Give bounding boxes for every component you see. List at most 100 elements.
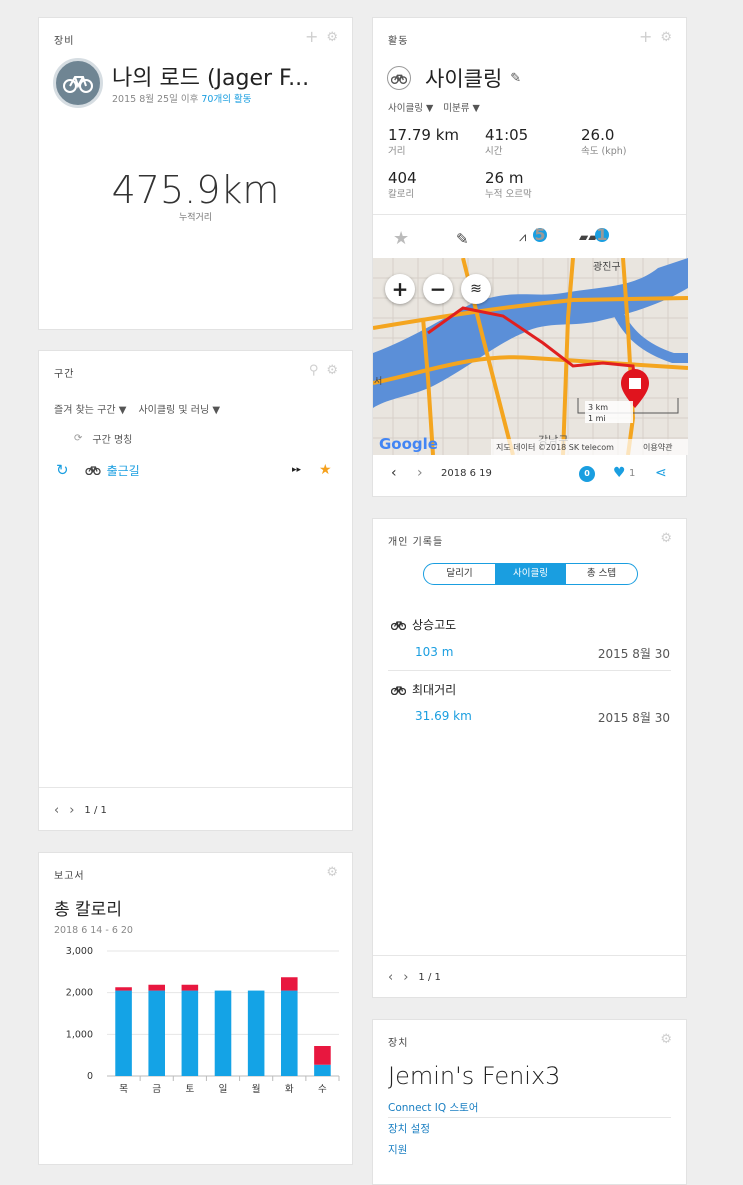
map-canvas[interactable]: 3 km 1 mi 광진구 강남구 서 지도 데이터 ©2018 SK tele… <box>373 258 688 455</box>
x-tick-label: 금 <box>152 1084 161 1095</box>
bicycle-icon <box>391 74 407 84</box>
search-icon[interactable]: ⚲ <box>309 364 319 377</box>
records-page: 1 / 1 <box>418 972 441 983</box>
map-label-district: 광진구 <box>593 261 621 273</box>
gear-card-title: 장비 <box>54 36 75 47</box>
activity-footer: ‹ › 2018 6 19 0 ♥ 1 ⋖ <box>373 465 686 487</box>
sport-filter[interactable]: 사이클링 및 러닝 ▼ <box>138 401 220 416</box>
activity-type-filter[interactable]: 사이클링 ▼ <box>388 100 433 114</box>
bicycle-icon <box>63 76 93 93</box>
bar-excess <box>115 987 132 991</box>
bicycle-icon <box>391 685 406 695</box>
bar-base <box>181 990 199 1076</box>
bar-excess <box>314 1046 331 1065</box>
stat-distance-label: 거리 <box>388 146 406 157</box>
prev-page-icon[interactable]: ‹ <box>388 970 393 985</box>
stat-ascent-value: 26 m <box>485 169 524 187</box>
stat-time: 41:05 시간 <box>485 126 528 157</box>
prev-page-icon[interactable]: ‹ <box>54 803 59 818</box>
bar-base <box>281 990 298 1076</box>
support-link[interactable]: 지원 <box>388 1142 407 1157</box>
next-page-icon[interactable]: › <box>69 803 74 818</box>
gear-icon[interactable]: ⚙ <box>660 1033 672 1046</box>
calorie-chart: 0 1,000 2,000 3,000 목 금 토 일 월 화 수 <box>66 946 340 1095</box>
record-date: 2015 8월 30 <box>597 711 670 725</box>
device-name[interactable]: Jemin's Fenix3 <box>388 1062 560 1090</box>
heart-icon[interactable]: ♥ <box>613 465 626 481</box>
gear-card: 장비 + ⚙ 나의 로드 (Jager F... 2015 8월 25일 이후 … <box>38 17 353 330</box>
prev-activity-icon[interactable]: ‹ <box>391 465 397 481</box>
gear-name[interactable]: 나의 로드 (Jager F... <box>112 60 309 92</box>
y-tick-label: 0 <box>87 1071 93 1082</box>
route-map[interactable]: 3 km 1 mi 광진구 강남구 서 지도 데이터 ©2018 SK tele… <box>373 258 688 455</box>
laps-icon[interactable]: ⩘ <box>519 230 526 245</box>
next-page-icon[interactable]: › <box>403 970 408 985</box>
y-tick-label: 1,000 <box>66 1029 93 1040</box>
gear-distance-label: 누적거리 <box>178 213 213 223</box>
device-settings-link[interactable]: 장치 설정 <box>388 1121 430 1136</box>
google-logo: Google <box>379 435 438 453</box>
gear-distance: 475.9km <box>111 168 280 212</box>
favorite-star-icon[interactable]: ★ <box>393 228 409 249</box>
tab-cycling[interactable]: 사이클링 <box>495 564 566 584</box>
layers-button[interactable]: ≋ <box>461 274 491 304</box>
segments-card: 구간 ⚲ ⚙ 즐겨 찾는 구간 ▼ 사이클링 및 러닝 ▼ ⟳ 구간 명칭 ↻ … <box>38 350 353 831</box>
record-title: 최대거리 <box>391 681 456 698</box>
segment-row[interactable]: ↻ 출근길 ▸▸ ★ <box>54 461 339 479</box>
record-value[interactable]: 103 m <box>415 645 453 659</box>
gear-icon[interactable]: ⚙ <box>326 364 338 377</box>
activity-category-filter[interactable]: 미분류 ▼ <box>443 100 480 114</box>
records-card-title: 개인 기록들 <box>388 537 444 548</box>
map-terms-link[interactable]: 이용약관 <box>643 442 673 452</box>
connect-iq-link[interactable]: Connect IQ 스토어 <box>388 1100 478 1115</box>
gear-activities-link[interactable]: 70개의 활동 <box>201 94 251 105</box>
laps-badge: 5 <box>533 225 547 244</box>
gear-icon[interactable]: ⚙ <box>326 31 338 44</box>
comment-bubble-icon[interactable]: 0 <box>579 466 595 482</box>
stat-time-label: 시간 <box>485 146 503 157</box>
add-icon[interactable]: + <box>305 29 318 45</box>
records-tabs: 달리기 사이클링 총 스텝 <box>423 563 638 585</box>
bar-base <box>214 990 232 1076</box>
favorites-filter[interactable]: 즐겨 찾는 구간 ▼ <box>54 401 126 416</box>
gear-badge: 1 <box>595 225 609 244</box>
segments-card-title: 구간 <box>54 369 75 380</box>
y-tick-label: 3,000 <box>66 946 93 957</box>
star-icon[interactable]: ★ <box>319 462 332 478</box>
y-tick-label: 2,000 <box>66 988 93 999</box>
stat-distance: 17.79 km 거리 <box>388 126 459 157</box>
edit-pencil-icon[interactable]: ✎ <box>510 71 521 86</box>
bar-excess <box>181 984 199 991</box>
segment-shoes-icon: ▸▸ <box>292 465 302 475</box>
zoom-in-button[interactable]: + <box>385 274 415 304</box>
zoom-out-button[interactable]: − <box>423 274 453 304</box>
map-attribution: 지도 데이터 ©2018 SK telecom <box>496 442 614 452</box>
segment-name[interactable]: 출근길 <box>107 462 140 479</box>
record-value[interactable]: 31.69 km <box>415 709 472 723</box>
report-range: 2018 6 14 - 6 20 <box>54 925 133 936</box>
bar-base <box>148 990 165 1076</box>
refresh-icon[interactable]: ↻ <box>56 461 69 479</box>
gear-since-text: 2015 8월 25일 이후 <box>112 94 199 105</box>
gear-icon[interactable]: ⚙ <box>326 866 338 879</box>
add-icon[interactable]: + <box>639 29 652 45</box>
bar-excess <box>148 984 165 991</box>
gear-icon[interactable]: ⚙ <box>660 31 672 44</box>
stat-calories-value: 404 <box>388 169 417 187</box>
bar-excess <box>281 977 298 991</box>
tab-running[interactable]: 달리기 <box>424 564 495 584</box>
bar-base <box>314 1064 331 1076</box>
segments-page: 1 / 1 <box>84 805 107 816</box>
map-label-river: 서 <box>374 376 382 387</box>
report-card-title: 보고서 <box>54 871 85 882</box>
segment-column-header: 구간 명칭 <box>92 435 133 446</box>
next-activity-icon[interactable]: › <box>417 465 423 481</box>
edit-note-icon[interactable]: ✎ <box>456 230 469 248</box>
tab-steps[interactable]: 총 스텝 <box>566 564 637 584</box>
stat-calories: 404 칼로리 <box>388 169 417 200</box>
gear-icon[interactable]: ⚙ <box>660 532 672 545</box>
share-icon[interactable]: ⋖ <box>655 465 667 481</box>
stat-ascent-label: 누적 오르막 <box>485 189 532 200</box>
activity-name[interactable]: 사이클링 <box>425 63 502 93</box>
activity-card: 활동 + ⚙ 사이클링 ✎ 사이클링 ▼ 미분류 ▼ 17.79 km 거리 4… <box>372 17 688 497</box>
